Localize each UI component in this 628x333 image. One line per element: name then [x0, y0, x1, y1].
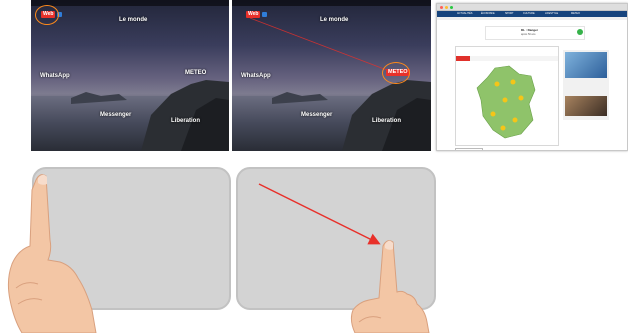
- minimize-icon[interactable]: [445, 6, 448, 9]
- news-photo[interactable]: [565, 52, 607, 78]
- mountains-background: [71, 80, 229, 151]
- le-monde-shortcut[interactable]: Le monde: [320, 17, 348, 23]
- whatsapp-shortcut[interactable]: WhatsApp: [40, 73, 70, 79]
- menu-bar: [31, 0, 229, 6]
- le-monde-shortcut[interactable]: Le monde: [119, 17, 147, 23]
- ad-title: DL : Danger: [521, 28, 538, 32]
- news-photo[interactable]: [565, 96, 607, 116]
- messenger-shortcut[interactable]: Messenger: [301, 112, 332, 118]
- sub-navigation: [437, 17, 627, 20]
- nav-item[interactable]: SPORT: [505, 12, 514, 15]
- app-icon[interactable]: [262, 12, 267, 17]
- hand-pointing-icon: [7, 174, 97, 333]
- weather-tab-active[interactable]: [456, 56, 470, 61]
- weather-tabs: [456, 56, 558, 61]
- browser-toolbar: [437, 4, 627, 11]
- pointer-highlight-ring: [382, 62, 410, 84]
- browser-screenshot: ACTUALITÉS ÉCONOMIE SPORT CULTURE LIFEST…: [436, 3, 628, 151]
- close-icon[interactable]: [440, 6, 443, 9]
- nav-item[interactable]: METEO: [571, 12, 580, 15]
- liberation-shortcut[interactable]: Liberation: [372, 118, 401, 124]
- pointer-highlight-ring: [35, 5, 59, 25]
- nav-item[interactable]: ÉCONOMIE: [481, 12, 495, 15]
- hand-pointing-icon: [350, 240, 430, 333]
- ad-text: après 50 ans: [521, 33, 536, 36]
- ad-action-icon[interactable]: [577, 29, 583, 35]
- nav-item[interactable]: LIFESTYLE: [545, 12, 558, 15]
- meteo-shortcut[interactable]: METEO: [185, 70, 206, 76]
- messenger-shortcut[interactable]: Messenger: [100, 112, 131, 118]
- nav-item[interactable]: ACTUALITÉS: [457, 12, 472, 15]
- whatsapp-shortcut[interactable]: WhatsApp: [241, 73, 271, 79]
- desktop-screenshot-before: Web Le monde WhatsApp METEO Messenger Li…: [31, 0, 229, 151]
- desktop-screenshot-after: Web Le monde WhatsApp METEO Messenger Li…: [232, 0, 431, 151]
- web-app-icon[interactable]: Web: [246, 11, 261, 18]
- zoom-icon[interactable]: [450, 6, 453, 9]
- france-weather-map: [476, 65, 536, 139]
- nav-item[interactable]: CULTURE: [523, 12, 535, 15]
- select-dropdown[interactable]: [455, 148, 483, 150]
- liberation-shortcut[interactable]: Liberation: [171, 118, 200, 124]
- gesture-illustration: Web Le monde WhatsApp METEO Messenger Li…: [0, 0, 628, 333]
